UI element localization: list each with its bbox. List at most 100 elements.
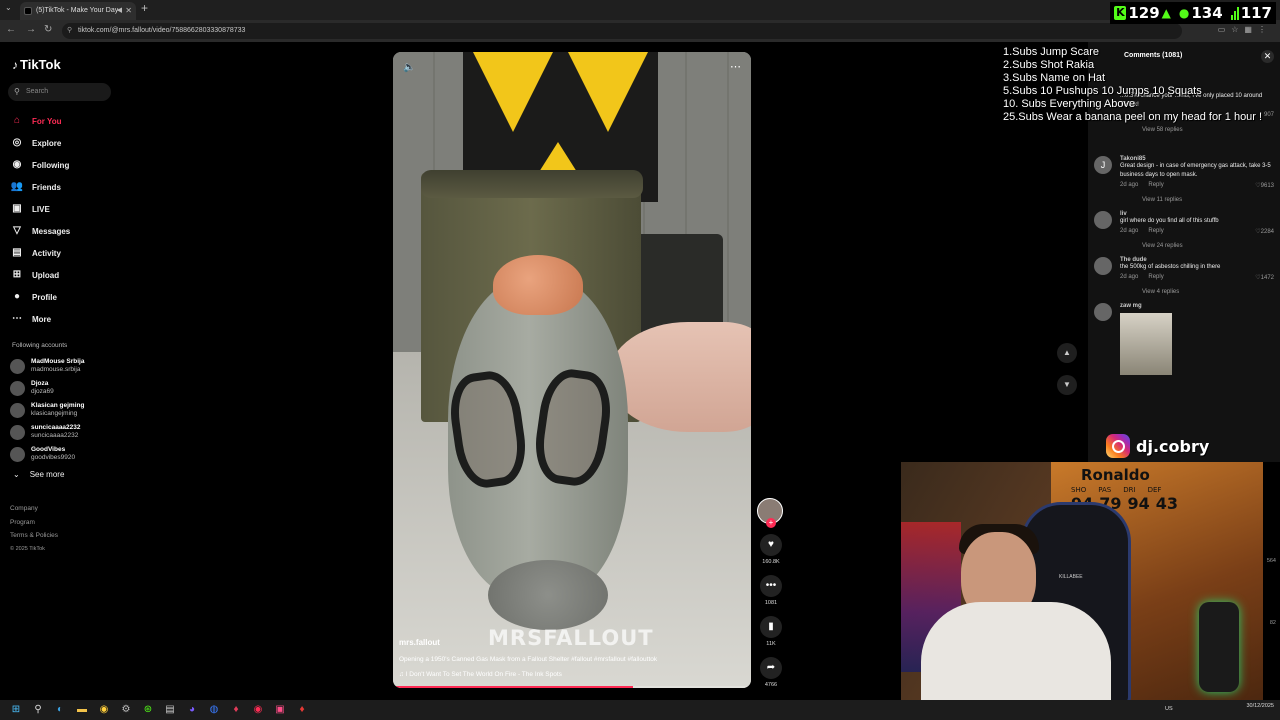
kick-followers-count: 129 — [1128, 4, 1160, 22]
view-replies-button[interactable]: View 11 replies — [1120, 197, 1274, 203]
settings-icon[interactable]: ⚙ — [120, 704, 132, 716]
following-account[interactable]: MadMouse Srbija madmouse.srbija — [10, 355, 84, 377]
volume-icon[interactable]: 🔈 — [403, 62, 415, 73]
following-account[interactable]: Klasican gejming klasicangejming — [10, 399, 84, 421]
tab-audio-icon[interactable]: ◀︎ — [117, 2, 122, 20]
more-options-icon[interactable]: ⋯ — [730, 60, 741, 73]
video-music[interactable]: ♫ I Don't Want To Set The World On Fire … — [399, 671, 562, 678]
edge-icon[interactable]: ◐ — [54, 704, 66, 716]
sidebar-item-profile[interactable]: ● Profile — [10, 286, 70, 308]
video-author[interactable]: mrs.fallout — [399, 638, 440, 647]
share-action[interactable]: ➦ 4766 — [757, 657, 785, 688]
sidebar-item-following[interactable]: ◉ Following — [10, 154, 70, 176]
new-tab-button[interactable]: + — [141, 1, 148, 15]
sidebar-item-activity[interactable]: ▤ Activity — [10, 242, 70, 264]
sidebar-item-more[interactable]: ⋯ More — [10, 308, 70, 330]
sub-goal-item: 1.Subs Jump Scare — [1003, 46, 1099, 58]
discord-icon[interactable]: ◕ — [186, 704, 198, 716]
back-icon[interactable]: ← — [6, 24, 16, 35]
steam-icon[interactable]: ◍ — [208, 704, 220, 716]
search-icon[interactable]: ⚲ — [32, 704, 44, 716]
like-action[interactable]: ♥ 160.8K — [757, 534, 785, 565]
creator-avatar[interactable]: + — [757, 498, 783, 528]
sidebar-item-live[interactable]: ▣ LIVE — [10, 198, 70, 220]
comment-likes[interactable]: ♡2284 — [1255, 228, 1274, 235]
commenter-avatar[interactable]: J — [1094, 156, 1112, 174]
avatar — [10, 402, 25, 418]
sidebar-item-friends[interactable]: 👥 Friends — [10, 176, 70, 198]
app-icon[interactable]: ♦ — [230, 704, 242, 716]
site-info-icon[interactable]: ⚲ — [67, 23, 72, 39]
reply-button[interactable]: Reply — [1148, 274, 1163, 280]
share-icon[interactable]: ➦ — [760, 657, 782, 679]
footer-company-link[interactable]: Company — [10, 502, 58, 516]
view-replies-button[interactable]: View 58 replies — [1120, 127, 1274, 133]
tiktok-logo[interactable]: ♪ TikTok — [12, 57, 61, 72]
tab-close-icon[interactable]: ✕ — [125, 2, 132, 20]
previous-video-button[interactable]: ▲ — [1057, 343, 1077, 363]
windows-start-icon[interactable]: ⊞ — [10, 704, 22, 716]
see-more-button[interactable]: ⌄ See more — [13, 470, 64, 479]
footer-program-link[interactable]: Program — [10, 516, 58, 530]
commenter-avatar[interactable] — [1094, 211, 1112, 229]
view-replies-button[interactable]: View 4 replies — [1120, 289, 1274, 295]
comment-like-count: 2284 — [1260, 229, 1274, 235]
app-icon[interactable]: ▣ — [274, 704, 286, 716]
comment-username[interactable]: zaw mg — [1120, 303, 1274, 309]
footer-terms-link[interactable]: Terms & Policies — [10, 529, 58, 543]
browser-toolbar-icons[interactable]: ▭☆▦⋮ — [1218, 25, 1272, 34]
following-account[interactable]: suncicaaaa2232 suncicaaaa2232 — [10, 421, 84, 443]
tab-search-icon[interactable]: ⌄ — [5, 3, 12, 12]
following-icon: ◉ — [12, 159, 22, 170]
app-icon[interactable]: ▤ — [164, 704, 176, 716]
sidebar-item-for-you[interactable]: ⌂ For You — [10, 110, 70, 132]
webcam-feed: Ronaldo SHOPASDRIDEF 94799443 KILLABEE — [901, 462, 1263, 707]
url-field[interactable]: ⚲ tiktok.com/@mrs.fallout/video/75886628… — [62, 23, 1182, 39]
instagram-handle: dj.cobry — [1136, 436, 1210, 456]
comment-likes[interactable]: ♡9613 — [1255, 182, 1274, 189]
comment-icon[interactable]: ••• — [760, 575, 782, 597]
close-comments-icon[interactable]: ✕ — [1261, 50, 1274, 63]
bookmark-icon[interactable]: ▮ — [760, 616, 782, 638]
sidebar-item-explore[interactable]: ◎ Explore — [10, 132, 70, 154]
app-icon[interactable]: ♦ — [296, 704, 308, 716]
reply-button[interactable]: Reply — [1148, 182, 1163, 188]
viewers-count: 134 — [1191, 4, 1223, 22]
reply-button[interactable]: Reply — [1148, 228, 1163, 234]
record-icon[interactable]: ◉ — [252, 704, 264, 716]
keyboard-language[interactable]: US — [1165, 706, 1173, 712]
heart-icon[interactable]: ♥ — [760, 534, 782, 556]
following-account[interactable]: GoodVibes goodvibes9920 — [10, 443, 84, 465]
comment-action[interactable]: ••• 1081 — [757, 575, 785, 606]
url-text: tiktok.com/@mrs.fallout/video/7588662803… — [78, 27, 246, 34]
commenter-avatar[interactable] — [1094, 257, 1112, 275]
save-action[interactable]: ▮ 11K — [757, 616, 785, 647]
sidebar-item-messages[interactable]: ▽ Messages — [10, 220, 70, 242]
sidebar-item-upload[interactable]: ⊞ Upload — [10, 264, 70, 286]
view-replies-button[interactable]: View 24 replies — [1120, 243, 1274, 249]
footer-copyright: © 2025 TikTok — [10, 545, 45, 552]
forward-icon[interactable]: → — [26, 24, 36, 35]
video-player[interactable]: 🔈 ⋯ MRSFALLOUT mrs.fallout Opening a 195… — [393, 52, 751, 688]
comment-likes[interactable]: ♡1472 — [1255, 274, 1274, 281]
commenter-avatar[interactable] — [1094, 303, 1112, 321]
comment-image[interactable] — [1120, 313, 1172, 375]
browser-tab[interactable]: (5)TikTok - Make Your Day ◀︎ ✕ — [20, 2, 136, 20]
stat-value: 43 — [1155, 494, 1179, 513]
following-account[interactable]: Djoza djoza69 — [10, 377, 84, 399]
reload-icon[interactable]: ↻ — [44, 24, 52, 35]
comment-likes[interactable]: 907 — [1264, 112, 1274, 118]
chair-brand: KILLABEE — [1059, 574, 1083, 580]
sidebar-item-label: Activity — [32, 248, 61, 258]
next-video-button[interactable]: ▼ — [1057, 375, 1077, 395]
video-progress-fill — [393, 686, 633, 688]
following-accounts-header: Following accounts — [12, 342, 68, 349]
video-progress-bar[interactable] — [393, 686, 751, 688]
chrome-icon[interactable]: ◉ — [98, 704, 110, 716]
app-icon[interactable]: ⊛ — [142, 704, 154, 716]
system-clock[interactable]: 30/12/2025 — [1246, 703, 1274, 710]
account-text: Klasican gejming klasicangejming — [31, 402, 84, 418]
file-explorer-icon[interactable]: ▬ — [76, 704, 88, 716]
search-input[interactable]: ⚲ Search — [8, 83, 111, 101]
follow-plus-icon[interactable]: + — [766, 518, 776, 528]
